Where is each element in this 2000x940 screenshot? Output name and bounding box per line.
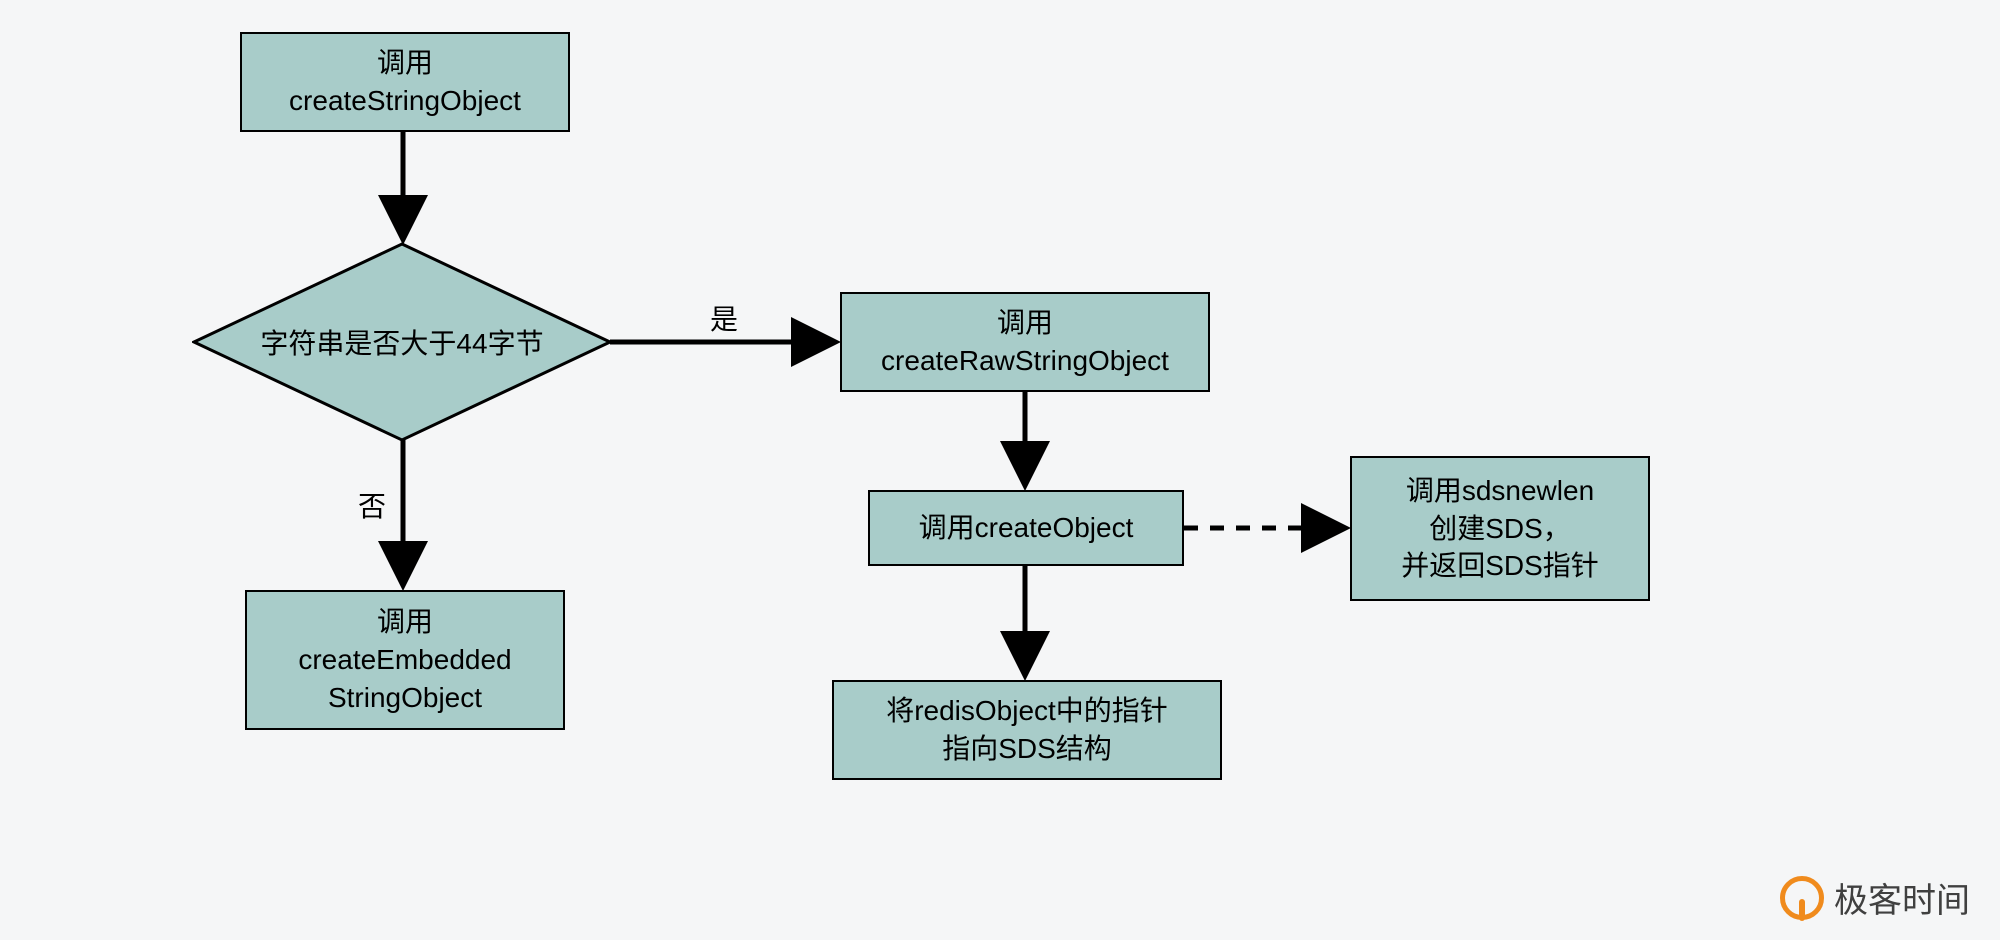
node-start: 调用 createStringObject xyxy=(240,32,570,132)
node-decision-text: 字符串是否大于44字节 xyxy=(260,322,543,362)
watermark-logo-icon xyxy=(1780,876,1824,920)
node-pointer-line1: 将redisObject中的指针 xyxy=(886,692,1168,730)
node-createobj: 调用createObject xyxy=(868,490,1184,566)
watermark: 极客时间 xyxy=(1780,873,1970,922)
label-no: 否 xyxy=(358,485,386,525)
label-yes: 是 xyxy=(710,298,738,338)
watermark-text: 极客时间 xyxy=(1834,873,1970,922)
node-embedded-line3: StringObject xyxy=(328,679,482,717)
node-raw-line1: 调用 xyxy=(997,304,1053,342)
node-embedded-line1: 调用 xyxy=(377,603,433,641)
node-raw-line2: createRawStringObject xyxy=(881,342,1169,380)
node-embedded-line2: createEmbedded xyxy=(298,641,511,679)
node-sdsnew-line2: 创建SDS， xyxy=(1429,510,1571,548)
node-pointer-line2: 指向SDS结构 xyxy=(942,730,1112,768)
node-sdsnew-line3: 并返回SDS指针 xyxy=(1401,547,1599,585)
node-createobj-text: 调用createObject xyxy=(919,509,1134,547)
node-decision: 字符串是否大于44字节 xyxy=(192,242,612,442)
node-sdsnew: 调用sdsnewlen 创建SDS， 并返回SDS指针 xyxy=(1350,456,1650,601)
node-embedded: 调用 createEmbedded StringObject xyxy=(245,590,565,730)
arrow-layer: sdsnew (dashed) --> xyxy=(0,0,2000,940)
node-raw: 调用 createRawStringObject xyxy=(840,292,1210,392)
node-start-line2: createStringObject xyxy=(289,82,521,120)
node-start-line1: 调用 xyxy=(377,44,433,82)
node-sdsnew-line1: 调用sdsnewlen xyxy=(1406,472,1594,510)
node-pointer: 将redisObject中的指针 指向SDS结构 xyxy=(832,680,1222,780)
